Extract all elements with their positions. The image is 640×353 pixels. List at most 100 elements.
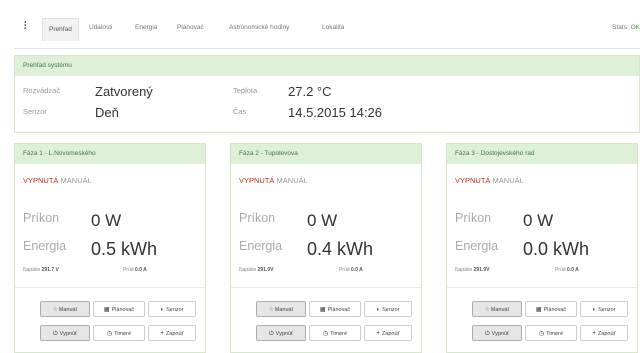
planner-button-label: Plánovač: [327, 307, 351, 313]
power-value: 0 W: [91, 211, 122, 230]
power-value: 0 W: [307, 211, 338, 230]
status-indicator: Stats: OK: [612, 24, 640, 31]
overview-title: Prehľad systému: [15, 56, 639, 76]
phase-panel-3: Fáza 3 - Dostojevského rad VYPNUTÁ MANUÁ…: [446, 143, 638, 353]
planner-button[interactable]: ▦ Plánovač: [309, 301, 361, 317]
current-value: 0.0 A: [134, 267, 147, 273]
energy-value: 0.5 kWh: [91, 239, 158, 259]
power-label: Príkon: [455, 211, 492, 225]
timer-button-label: Timeré: [330, 331, 348, 337]
voltage-label: Napätie: [239, 267, 257, 273]
calendar-icon: ▦: [103, 307, 110, 313]
energy-label: Energia: [23, 239, 67, 253]
voltage-label: Napätie: [23, 267, 41, 273]
planner-button[interactable]: ▦ Plánovač: [93, 301, 145, 317]
planner-button[interactable]: ▦ Plánovač: [525, 301, 577, 317]
nav-tab-location[interactable]: Lokalita: [322, 24, 344, 31]
switchboard-value: Zatvorený: [95, 84, 153, 99]
energy-label: Energia: [239, 239, 283, 253]
energy-label: Energia: [455, 239, 499, 253]
on-button-label: Zapnúť: [597, 331, 616, 337]
manual-button-label: Manuál: [274, 307, 293, 313]
voltage-label: Napätie: [455, 267, 473, 273]
time-value: 14.5.2015 14:26: [288, 105, 382, 120]
power-icon: ⏻: [268, 331, 274, 337]
clock-icon: ◷: [322, 331, 329, 337]
temperature-label: Teplota: [233, 86, 258, 95]
voltage-value: 291.0V: [257, 267, 274, 273]
divider: [231, 287, 421, 288]
nav-tab-planner[interactable]: Plánovač: [177, 24, 204, 31]
timer-button[interactable]: ◷ Timeré: [525, 325, 577, 341]
off-button[interactable]: ⏻ Vypnúť: [256, 325, 306, 341]
current-readout: Prúd 0.0 A: [339, 267, 363, 273]
phase-title: Fáza 2 - Tupolevova: [231, 144, 421, 164]
manual-button[interactable]: ☝ Manuál: [40, 301, 90, 317]
nav-tab-events[interactable]: Udalosti: [89, 24, 112, 31]
power-value: 0 W: [523, 211, 554, 230]
sensor-label: Senzor: [23, 107, 47, 116]
on-button[interactable]: + Zapnúť: [364, 325, 412, 341]
nav-tab-overview[interactable]: Prehľad: [42, 18, 79, 41]
sensor-button-label: Senzor: [598, 307, 616, 313]
voltage-readout: Napätie 291.9V: [455, 267, 489, 273]
off-button-label: Vypnúť: [491, 331, 510, 337]
current-value: 0.0 A: [350, 267, 363, 273]
off-button[interactable]: ⏻ Vypnúť: [472, 325, 522, 341]
phase-panel-2: Fáza 2 - Tupolevova VYPNUTÁ MANUÁL Príko…: [230, 143, 422, 353]
clock-icon: ◷: [106, 331, 113, 337]
menu-toggle-icon[interactable]: ⫶: [24, 21, 27, 32]
voltage-value: 291.7 V: [41, 267, 59, 273]
on-button[interactable]: + Zapnúť: [580, 325, 628, 341]
manual-button-label: Manuál: [58, 307, 77, 313]
phase-title: Fáza 1 - L.Novomeského: [15, 144, 205, 164]
manual-button[interactable]: ☝ Manuál: [256, 301, 306, 317]
nav-tab-astro-clock[interactable]: Astronomické hodiny: [229, 24, 289, 31]
phase-state-mode: MANUÁL: [276, 176, 308, 185]
current-value: 0.0 A: [566, 267, 579, 273]
plus-icon: +: [160, 331, 164, 337]
voltage-readout: Napätie 291.0V: [239, 267, 273, 273]
power-label: Príkon: [23, 211, 60, 225]
phase-state-off: VYPNUTÁ: [23, 176, 59, 185]
phase-state-off: VYPNUTÁ: [455, 176, 491, 185]
status-value: OK: [630, 24, 640, 31]
phase-state-mode: MANUÁL: [60, 176, 92, 185]
half-circle-icon: ◐: [160, 307, 165, 313]
sensor-button[interactable]: ◐ Senzor: [364, 301, 412, 317]
on-button-label: Zapnúť: [381, 331, 400, 337]
phase-panel-1: Fáza 1 - L.Novomeského VYPNUTÁ MANUÁL Pr…: [14, 143, 206, 353]
plus-icon: +: [592, 331, 596, 337]
on-button[interactable]: + Zapnúť: [148, 325, 196, 341]
phase-title: Fáza 3 - Dostojevského rad: [447, 144, 637, 164]
sensor-button-label: Senzor: [382, 307, 400, 313]
plus-icon: +: [376, 331, 380, 337]
clock-icon: ◷: [538, 331, 545, 337]
off-button-label: Vypnúť: [275, 331, 294, 337]
planner-button-label: Plánovač: [111, 307, 135, 313]
current-label: Prúd: [123, 267, 134, 273]
sensor-value: Deň: [95, 105, 119, 120]
voltage-value: 291.9V: [473, 267, 490, 273]
calendar-icon: ▦: [319, 307, 326, 313]
power-icon: ⏻: [52, 331, 58, 337]
current-readout: Prúd 0.0 A: [123, 267, 147, 273]
timer-button[interactable]: ◷ Timeré: [309, 325, 361, 341]
phase-state-mode: MANUÁL: [492, 176, 524, 185]
off-button[interactable]: ⏻ Vypnúť: [40, 325, 90, 341]
phase-state-off: VYPNUTÁ: [239, 176, 275, 185]
timer-button[interactable]: ◷ Timeré: [93, 325, 145, 341]
divider: [15, 287, 205, 288]
hand-icon: ☝: [53, 307, 57, 313]
current-label: Prúd: [339, 267, 350, 273]
sensor-button-label: Senzor: [166, 307, 184, 313]
nav-tab-energy[interactable]: Energia: [135, 24, 157, 31]
status-label: Stats:: [612, 24, 629, 31]
off-button-label: Vypnúť: [59, 331, 78, 337]
manual-button[interactable]: ☝ Manuál: [472, 301, 522, 317]
sensor-button[interactable]: ◐ Senzor: [148, 301, 196, 317]
energy-value: 0.4 kWh: [307, 239, 374, 259]
energy-value: 0.0 kWh: [523, 239, 590, 259]
power-label: Príkon: [239, 211, 276, 225]
sensor-button[interactable]: ◐ Senzor: [580, 301, 628, 317]
